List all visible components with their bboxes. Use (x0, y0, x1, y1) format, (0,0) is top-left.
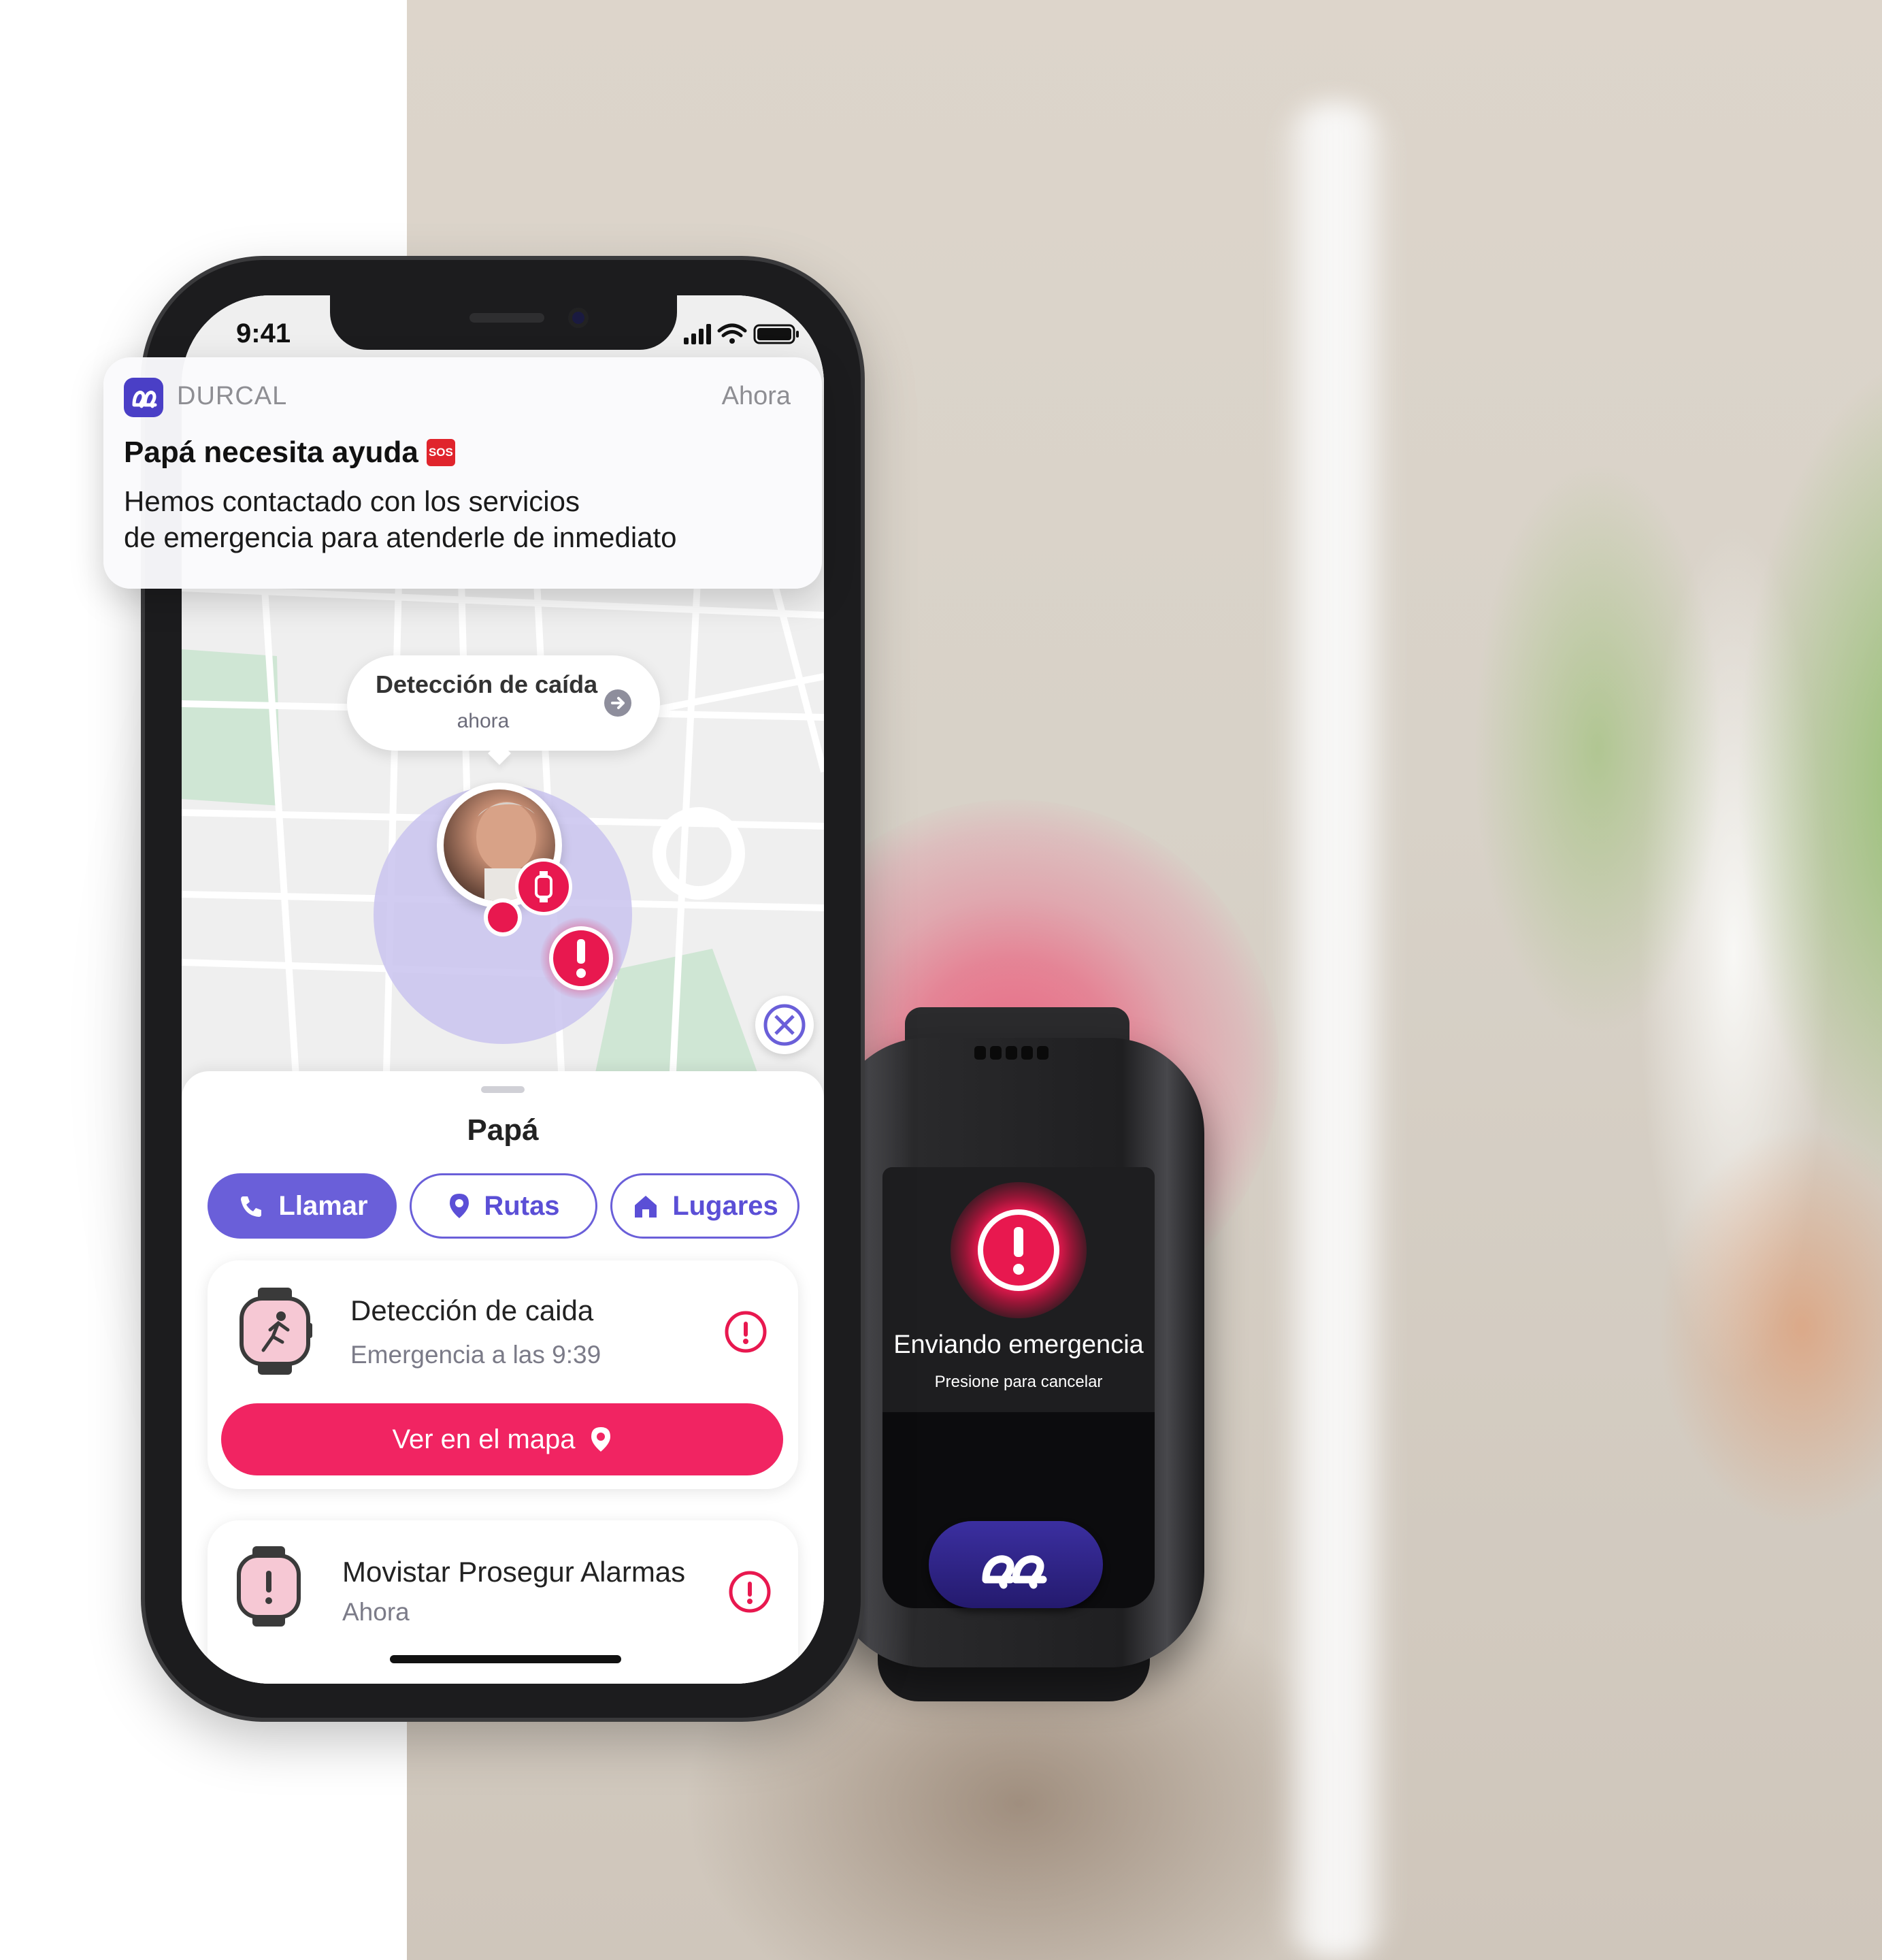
status-icons (684, 320, 806, 347)
callout-title: Detección de caída (376, 670, 598, 698)
call-label: Llamar (278, 1190, 368, 1221)
places-button[interactable]: Lugares (610, 1173, 799, 1239)
alert-marker-icon[interactable] (540, 917, 622, 999)
call-button[interactable]: Llamar (208, 1173, 397, 1239)
durcal-logo-icon (982, 1555, 1047, 1589)
alert-circle-icon (723, 1309, 768, 1354)
notification-title: Papá necesita ayuda SOS (124, 436, 455, 470)
wifi-icon (717, 323, 747, 344)
location-pin-icon (488, 902, 518, 932)
arrow-right-icon (604, 689, 631, 717)
card-title: Detección de caida (350, 1294, 594, 1326)
home-indicator[interactable] (390, 1655, 621, 1663)
watch-alert-icon (951, 1182, 1087, 1318)
sos-icon: SOS (426, 439, 455, 466)
view-on-map-label: Ver en el mapa (392, 1424, 576, 1454)
fall-watch-icon (237, 1288, 312, 1375)
home-icon (635, 1196, 657, 1218)
push-notification[interactable]: DURCAL Ahora Papá necesita ayuda SOS Hem… (103, 357, 822, 589)
fall-detection-card[interactable]: Detección de caida Emergencia a las 9:39… (208, 1260, 798, 1489)
watch-sos-button[interactable] (929, 1521, 1103, 1608)
notification-body: Hemos contactado con los servicios de em… (124, 483, 804, 555)
phone-call-icon (241, 1196, 262, 1217)
notification-app-name: DURCAL (177, 382, 288, 410)
places-label: Lugares (672, 1190, 778, 1221)
watch-status-text: Enviando emergencia (893, 1330, 1144, 1359)
front-camera (568, 308, 589, 328)
callout-time: ahora (457, 710, 510, 732)
card-subtitle: Ahora (342, 1598, 410, 1626)
battery-icon (753, 324, 799, 344)
card-subtitle: Emergencia a las 9:39 (350, 1341, 601, 1369)
card-title: Movistar Prosegur Alarmas (342, 1556, 686, 1588)
notch-speaker (469, 313, 544, 323)
sheet-title: Papá (467, 1113, 539, 1147)
status-time: 9:41 (236, 318, 291, 348)
watch-cancel-hint: Presione para cancelar (934, 1373, 1103, 1391)
phone-notch (330, 295, 677, 350)
alert-circle-icon (727, 1569, 772, 1614)
notification-body-line2: de emergencia para atenderle de inmediat… (124, 521, 677, 553)
watch-speaker-grill (974, 1046, 1056, 1060)
map-pin-icon (450, 1194, 469, 1218)
signal-icon (684, 324, 711, 344)
view-on-map-button[interactable]: Ver en el mapa (221, 1403, 783, 1475)
notification-body-line1: Hemos contactado con los servicios (124, 485, 580, 517)
notification-title-text: Papá necesita ayuda (124, 436, 418, 469)
fall-detection-callout[interactable]: Detección de caída ahora (347, 655, 660, 751)
alert-watch-icon (235, 1546, 303, 1627)
sheet-grabber[interactable] (481, 1086, 525, 1093)
routes-label: Rutas (484, 1190, 560, 1221)
compass-icon[interactable] (755, 996, 814, 1054)
watch-marker-icon (518, 862, 569, 912)
bottom-sheet: Papá Llamar Rutas Lugares Detección de c… (182, 1071, 824, 1684)
durcal-app-icon (124, 378, 163, 417)
routes-button[interactable]: Rutas (410, 1173, 597, 1239)
watch-display: Enviando emergencia Presione para cancel… (882, 1167, 1155, 1412)
notification-time: Ahora (721, 382, 791, 410)
map-pin-icon (591, 1427, 610, 1452)
smartwatch: Enviando emergencia Presione para cancel… (831, 1038, 1204, 1667)
